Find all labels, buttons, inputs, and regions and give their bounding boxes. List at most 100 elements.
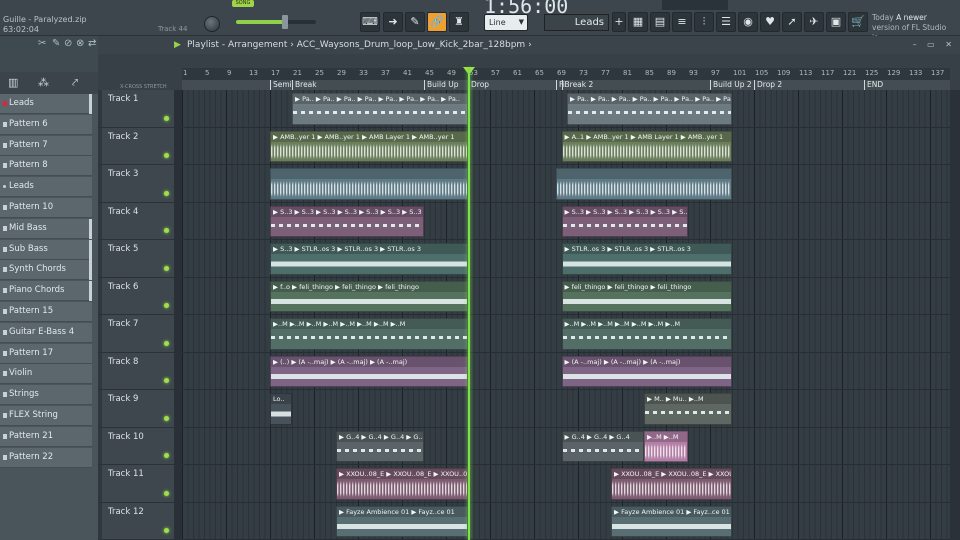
track-lane[interactable]: ▶ (..) ▶ (A -..maj) ▶ (A -..maj) ▶ (A -.… xyxy=(182,353,950,390)
step-edit-icon[interactable]: ➜ xyxy=(383,12,403,32)
playlist-clip[interactable]: ▶ S..3 ▶ S..3 ▶ S..3 ▶ S..3 ▶ S..3 ▶ S..… xyxy=(561,205,688,237)
slip-icon[interactable]: ⇄ xyxy=(88,38,96,49)
track-header[interactable]: Track 8 xyxy=(98,352,174,390)
pattern-item[interactable]: FLEX String xyxy=(0,405,92,426)
playlist-clip[interactable]: ▶ AMB..yer 1 ▶ AMB..yer 1 ▶ AMB Layer 1 … xyxy=(270,130,468,162)
pattern-plus-icon[interactable]: + xyxy=(612,12,626,32)
arrangement-marker[interactable]: Break 2 xyxy=(561,80,593,90)
master-volume-knob[interactable] xyxy=(204,16,220,32)
marker-track[interactable]: Semi Break Build Up Drop Fi Break 2 Build Up 2… xyxy=(182,80,950,90)
pattern-item[interactable]: Sub Bass xyxy=(0,239,92,260)
pattern-item[interactable]: Pattern 15 xyxy=(0,301,92,322)
pattern-item[interactable]: Pattern 8 xyxy=(0,156,92,177)
track-lane[interactable]: ▶ f..o ▶ feli_thingo ▶ feli_thingo ▶ fel… xyxy=(182,278,950,315)
track-lane[interactable]: ▶ Fayze Ambience 01 ▶ Fayz..ce 01 ▶ Fayze… xyxy=(182,503,950,540)
vertical-scrollbar[interactable] xyxy=(950,90,960,540)
playlist-clip[interactable]: ▶ A..1 ▶ AMB..yer 1 ▶ AMB Layer 1 ▶ AMB.… xyxy=(561,130,732,162)
arrangement-marker[interactable]: END xyxy=(864,80,883,90)
track-scroll-strip[interactable] xyxy=(174,90,182,540)
track-mute-led-icon[interactable] xyxy=(164,340,169,346)
link-icon[interactable]: 🔗 xyxy=(427,12,447,32)
playlist-clip[interactable]: ▶ XXOU..08_E ▶ XXOU..08_E ▶ XXOU..08_E xyxy=(336,468,468,500)
clip-source[interactable]: ACC_Waysons_Drum_loop_Low_Kick_2bar_128b… xyxy=(297,40,525,50)
playlist-icon[interactable]: ▦ xyxy=(628,12,648,32)
track-header[interactable]: Track 10 xyxy=(98,427,174,465)
playhead[interactable] xyxy=(468,68,470,540)
arrangement-marker[interactable]: Build Up 2 xyxy=(710,80,752,90)
playlist-clip[interactable]: ▶..M ▶..M xyxy=(644,430,688,462)
track-header[interactable]: Track 7 xyxy=(98,315,174,353)
typing-keyboard-icon[interactable]: ⌨ xyxy=(360,12,380,32)
track-handle[interactable] xyxy=(98,277,102,314)
track-lane[interactable]: ▶ S..3 ▶ S..3 ▶ S..3 ▶ S..3 ▶ S..3 ▶ S..… xyxy=(182,203,950,240)
paint-icon[interactable]: ✎ xyxy=(52,38,60,49)
track-header[interactable]: Track 9 xyxy=(98,390,174,428)
playlist-clip[interactable]: ▶ XXOU..08_E ▶ XXOU..08_E ▶ XXOU..08_E xyxy=(611,468,732,500)
pattern-draw-icon[interactable]: ✎ xyxy=(405,12,425,32)
track-header[interactable]: Track 5 xyxy=(98,240,174,278)
track-mute-led-icon[interactable] xyxy=(164,115,169,121)
camera-icon[interactable]: ▣ xyxy=(826,12,846,32)
arrangement-marker[interactable]: Semi xyxy=(270,80,292,90)
plugin-tab-icon[interactable]: ⁂ xyxy=(38,76,49,89)
track-lane[interactable]: ▶ XXOU..08_E ▶ XXOU..08_E ▶ XXOU..08_E ▶ … xyxy=(182,465,950,503)
track-handle[interactable] xyxy=(98,427,102,464)
playlist-clip[interactable]: ▶ (A -..maj) ▶ (A -..maj) ▶ (A -..maj) xyxy=(561,355,732,387)
track-header[interactable]: Track 3 xyxy=(98,165,174,203)
track-handle[interactable] xyxy=(98,90,102,127)
window-controls[interactable]: – ▭ ✕ xyxy=(913,36,956,54)
pattern-item[interactable]: Pattern 10 xyxy=(0,197,92,218)
pattern-item[interactable]: Strings xyxy=(0,385,92,406)
playlist-clip[interactable]: Lo.. xyxy=(270,393,292,425)
song-mode-button[interactable]: SONG xyxy=(232,0,254,7)
track-mute-led-icon[interactable] xyxy=(164,228,169,233)
pattern-item[interactable]: Pattern 7 xyxy=(0,135,92,156)
track-header[interactable]: Track 1 xyxy=(98,90,174,128)
mute-icon[interactable]: ⊗ xyxy=(76,38,84,49)
track-handle[interactable] xyxy=(98,390,102,427)
arrangement-grid[interactable]: ▶ Pa.. ▶ Pa.. ▶ Pa.. ▶ Pa.. ▶ Pa.. ▶ Pa.… xyxy=(182,90,950,540)
track-lane[interactable]: ▶ Pa.. ▶ Pa.. ▶ Pa.. ▶ Pa.. ▶ Pa.. ▶ Pa.… xyxy=(182,90,950,128)
pattern-item[interactable]: Pattern 6 xyxy=(0,114,92,135)
master-pitch-slider[interactable] xyxy=(236,15,316,29)
pattern-item[interactable]: Mid Bass xyxy=(0,218,92,239)
track-mute-led-icon[interactable] xyxy=(164,378,169,383)
playlist-clip[interactable]: ▶ f..o ▶ feli_thingo ▶ feli_thingo ▶ fel… xyxy=(270,280,468,312)
track-handle[interactable] xyxy=(98,315,102,352)
arrangement-marker[interactable]: Drop 2 xyxy=(754,80,782,90)
track-lane[interactable]: ▶ AMB..yer 1 ▶ AMB..yer 1 ▶ AMB Layer 1 … xyxy=(182,128,950,165)
track-header[interactable]: Track 11 xyxy=(98,465,174,503)
track-header[interactable]: Track 12 xyxy=(98,502,174,540)
pattern-item[interactable]: Piano Chords xyxy=(0,281,92,302)
arrangement-marker[interactable]: Break xyxy=(292,80,317,90)
track-handle[interactable] xyxy=(98,240,102,277)
snap-select[interactable]: Line ▼ xyxy=(484,14,528,31)
play-icon[interactable]: ▶ xyxy=(174,36,181,54)
track-mute-led-icon[interactable] xyxy=(164,453,169,458)
playlist-clip[interactable]: ▶..M ▶..M ▶..M ▶..M ▶..M ▶..M ▶..M ▶..M xyxy=(270,318,468,350)
pattern-item[interactable]: Pattern 22 xyxy=(0,447,92,468)
track-lane[interactable]: Lo.. ▶ M.. ▶ Mu.. ▶..M xyxy=(182,390,950,428)
playlist-clip[interactable]: ▶ Fayze Ambience 01 ▶ Fayz..ce 01 xyxy=(611,505,732,537)
track-mute-led-icon[interactable] xyxy=(164,153,169,158)
pattern-item[interactable]: Leads xyxy=(0,177,92,198)
playlist-clip[interactable]: ▶..M ▶..M ▶..M ▶..M ▶..M ▶..M ▶..M xyxy=(561,318,732,350)
playlist-clip[interactable]: ▶ G..4 ▶ G..4 ▶ G..4 ▶ G..4 xyxy=(336,430,424,462)
playlist-clip[interactable]: ▶ Pa.. ▶ Pa.. ▶ Pa.. ▶ Pa.. ▶ Pa.. ▶ Pa.… xyxy=(567,93,732,125)
playlist-clip[interactable]: ▶ G..4 ▶ G..4 ▶ G..4 xyxy=(561,430,644,462)
playlist-clip[interactable] xyxy=(270,168,468,200)
playlist-clip[interactable]: ▶ feli_thingo ▶ feli_thingo ▶ feli_thing… xyxy=(561,280,732,312)
playlist-clip[interactable]: ▶ S..3 ▶ S..3 ▶ S..3 ▶ S..3 ▶ S..3 ▶ S..… xyxy=(270,205,424,237)
track-header[interactable]: Track 6 xyxy=(98,277,174,315)
track-handle[interactable] xyxy=(98,502,102,539)
track-mute-led-icon[interactable] xyxy=(164,415,169,421)
track-handle[interactable] xyxy=(98,465,102,502)
track-lane[interactable]: ▶ S..3 ▶ STLR..os 3 ▶ STLR..os 3 ▶ STLR.… xyxy=(182,240,950,278)
track-lane[interactable]: ▶..M ▶..M ▶..M ▶..M ▶..M ▶..M ▶..M ▶..M ▶… xyxy=(182,315,950,353)
magnet-icon[interactable]: ✂ xyxy=(38,38,46,49)
track-handle[interactable] xyxy=(98,202,102,239)
cart-icon[interactable]: 🛒 xyxy=(848,12,868,32)
track-mute-led-icon[interactable] xyxy=(164,528,169,533)
track-header[interactable]: Track 4 xyxy=(98,202,174,240)
playlist-clip[interactable]: ▶ Fayze Ambience 01 ▶ Fayz..ce 01 xyxy=(336,505,468,537)
